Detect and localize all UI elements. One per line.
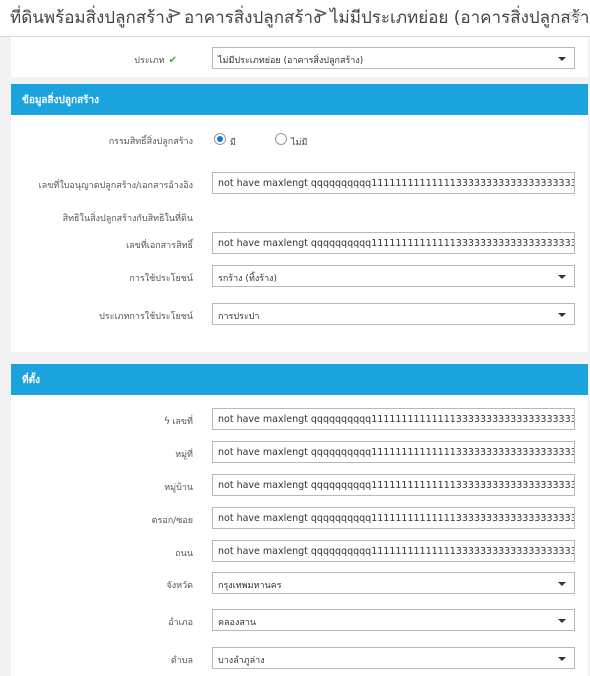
moo-label: หมู่ที่ — [175, 450, 193, 460]
breadcrumb-separator-icon: > — [313, 3, 329, 24]
doc-no-input[interactable]: not have maxlengt qqqqqqqqqq111111111111… — [212, 232, 575, 254]
house-no-input[interactable]: not have maxlengt qqqqqqqqqq111111111111… — [212, 408, 575, 430]
subdistrict-label: ตำบล — [170, 656, 193, 666]
usage-select[interactable]: รกร้าง (ทิ้งร้าง) — [212, 265, 575, 287]
doc-no-label: เลขที่เอกสารสิทธิ์ — [126, 241, 193, 251]
soi-label: ตรอก/ซอย — [151, 516, 193, 526]
permit-label: เลขที่ใบอนุญาตปลูกสร้าง/เอกสารอ้างอิง — [38, 181, 193, 191]
building-section-header: ข้อมูลสิ่งปลูกสร้าง — [11, 84, 588, 115]
usage-label: การใช้ประโยชน์ — [129, 274, 193, 284]
house-no-label: ϟ เลขที่ — [163, 416, 193, 427]
road-input[interactable]: not have maxlengt qqqqqqqqqq111111111111… — [212, 540, 575, 562]
province-label: จังหวัด — [166, 581, 194, 591]
usage-type-select[interactable]: การประปา — [212, 303, 575, 325]
chevron-down-icon — [558, 657, 566, 661]
rights-heading: สิทธิในสิ่งปลูกสร้างกับสิทธิในที่ดิน — [62, 214, 193, 224]
check-icon: ✔ — [168, 55, 177, 66]
soi-input[interactable]: not have maxlengt qqqqqqqqqq111111111111… — [212, 507, 575, 529]
permit-input[interactable]: not have maxlengt qqqqqqqqqq111111111111… — [212, 172, 575, 194]
breadcrumb-item-building[interactable]: อาคารสิ่งปลูกสร้าง — [184, 4, 321, 31]
moo-input[interactable]: not have maxlengt qqqqqqqqqq111111111111… — [212, 441, 575, 463]
subdistrict-select[interactable]: บางลำภูล่าง — [212, 647, 575, 669]
road-label: ถนน — [175, 549, 193, 559]
section-gap — [11, 352, 588, 364]
type-select[interactable]: ไม่มีประเภทย่อย (อาคารสิ่งปลูกสร้าง) — [212, 47, 575, 69]
ownership-label: กรรมสิทธิ์สิ่งปลูกสร้าง — [108, 137, 193, 147]
ownership-radio-yes-label: มี — [230, 138, 236, 148]
chevron-down-icon — [558, 275, 566, 279]
breadcrumb-header: ที่ดินพร้อมสิ่งปลูกสร้าง > อาคารสิ่งปลูก… — [0, 0, 590, 37]
district-label: อำเภอ — [168, 618, 193, 628]
village-label: หมู่บ้าน — [164, 483, 193, 493]
breadcrumb-separator-icon: > — [167, 3, 183, 24]
district-select[interactable]: คลองสาน — [212, 609, 575, 631]
chevron-down-icon — [558, 619, 566, 623]
section-gap — [11, 77, 588, 84]
usage-type-label: ประเภทการใช้ประโยชน์ — [99, 312, 193, 322]
province-select[interactable]: กรุงเทพมหานคร — [212, 572, 575, 594]
close-button[interactable]: SE — [568, 10, 583, 23]
village-input[interactable]: not have maxlengt qqqqqqqqqq111111111111… — [212, 474, 575, 496]
location-section-body — [11, 395, 588, 676]
ownership-radio-no-label: ไม่มี — [291, 138, 308, 148]
chevron-down-icon — [558, 313, 566, 317]
lightning-icon: ϟ — [163, 416, 171, 427]
location-section-header: ที่ตั้ง — [11, 364, 588, 395]
breadcrumb-item-land[interactable]: ที่ดินพร้อมสิ่งปลูกสร้าง — [10, 4, 173, 31]
ownership-radio-yes[interactable] — [214, 133, 226, 145]
type-label: ประเภท ✔ — [134, 55, 177, 66]
ownership-radio-no[interactable] — [275, 133, 287, 145]
breadcrumb-item-subtype: ไม่มีประเภทย่อย (อาคารสิ่งปลูกสร้าง) — [330, 8, 590, 28]
chevron-down-icon — [558, 57, 566, 61]
chevron-down-icon — [558, 582, 566, 586]
